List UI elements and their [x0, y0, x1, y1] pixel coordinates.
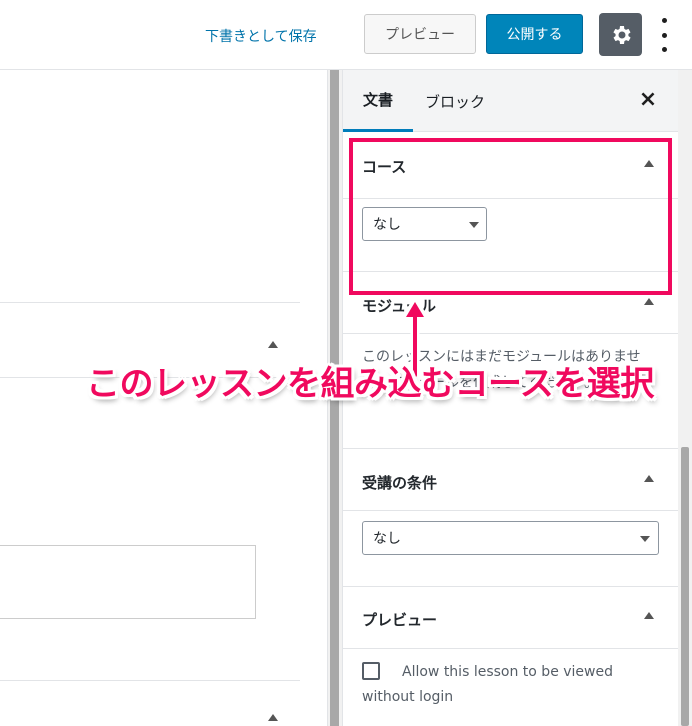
collapse-icon[interactable] [644, 612, 654, 619]
dot-icon [661, 32, 667, 38]
editor-header [0, 0, 692, 70]
collapse-icon[interactable] [268, 714, 278, 721]
close-icon[interactable]: × [637, 89, 659, 111]
meta-textarea[interactable] [0, 545, 256, 619]
annotation-label: このレッスンを組み込むコースを選択 [86, 364, 654, 404]
divider [343, 510, 678, 511]
more-options-button[interactable] [656, 18, 672, 52]
sidebar-scrollbar-thumb[interactable] [681, 447, 689, 726]
prerequisite-select-value: なし [373, 531, 401, 547]
prerequisite-select[interactable]: なし [362, 521, 659, 555]
divider [343, 648, 678, 649]
publish-button[interactable]: 公開する [486, 14, 583, 54]
collapse-icon[interactable] [644, 298, 654, 305]
gear-icon [612, 25, 631, 44]
tab-document[interactable]: 文書 [343, 70, 413, 132]
panel-title-preview[interactable]: プレビュー [362, 609, 437, 630]
preview-checkbox-label: Allow this lesson to be viewed without l… [362, 664, 613, 705]
dot-icon [661, 47, 667, 52]
preview-checkbox[interactable] [362, 662, 380, 680]
highlight-box [349, 138, 672, 295]
divider [0, 302, 300, 303]
divider [0, 680, 300, 681]
dot-icon [661, 18, 667, 23]
divider [343, 586, 678, 587]
panel-title-prerequisite[interactable]: 受講の条件 [362, 472, 437, 493]
chevron-down-icon [640, 536, 650, 542]
collapse-icon[interactable] [268, 341, 278, 348]
divider [343, 333, 678, 334]
collapse-icon[interactable] [644, 475, 654, 482]
settings-button[interactable] [599, 13, 642, 56]
save-draft-link[interactable]: 下書きとして保存 [205, 26, 317, 46]
tab-block[interactable]: ブロック [425, 70, 485, 132]
preview-button[interactable]: プレビュー [364, 14, 476, 54]
divider [343, 448, 678, 449]
